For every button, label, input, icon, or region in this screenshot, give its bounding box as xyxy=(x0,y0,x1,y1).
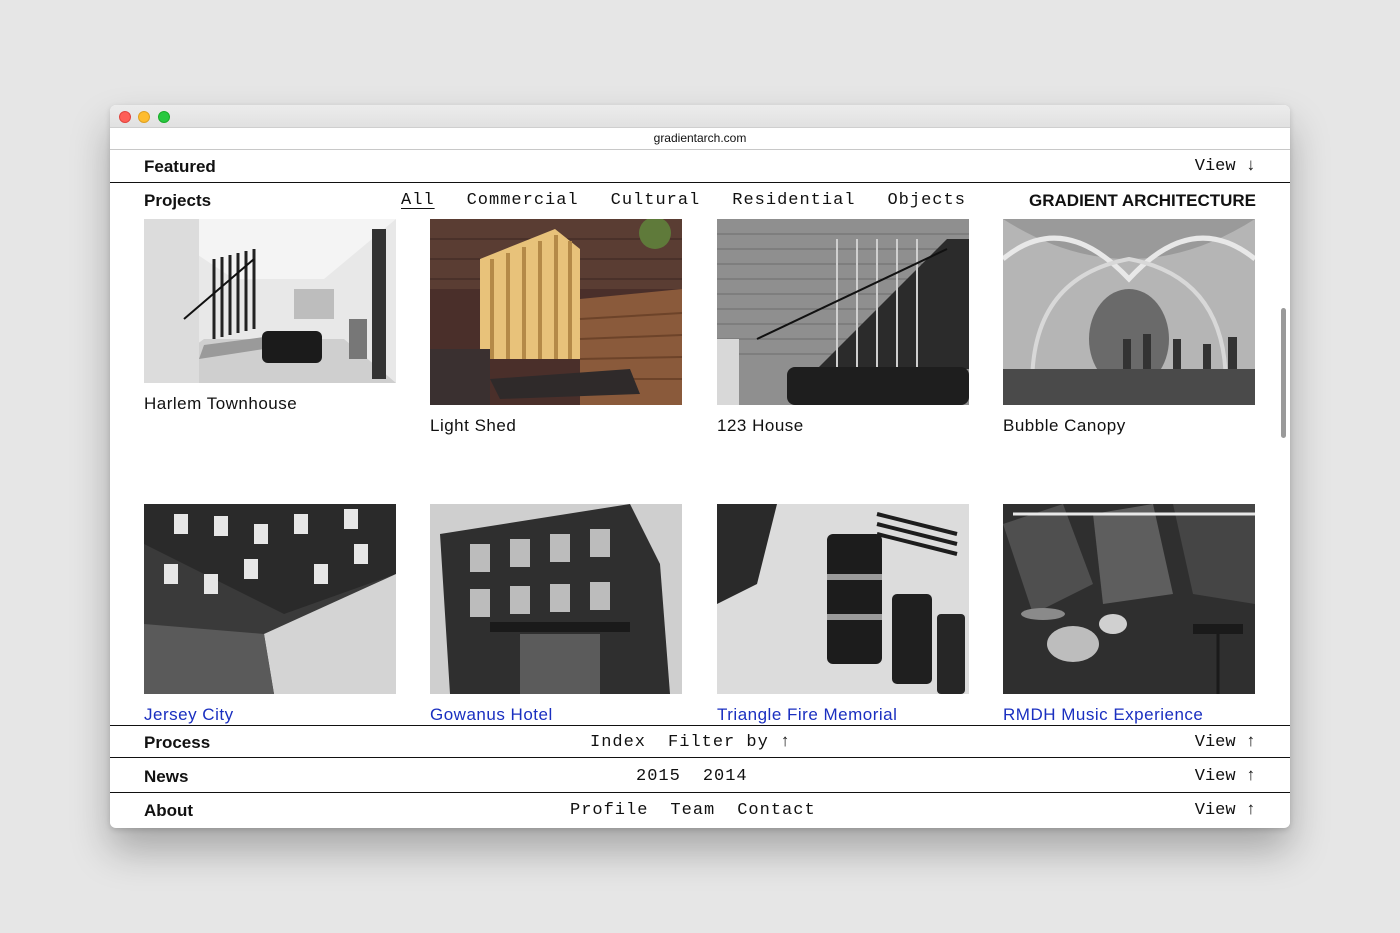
process-title[interactable]: Process xyxy=(144,726,210,759)
news-title[interactable]: News xyxy=(144,760,188,793)
filter-all[interactable]: All xyxy=(401,191,435,210)
process-section-bar: Process Index Filter by ↑ View ↑ xyxy=(110,725,1290,758)
project-card-gowanus-hotel[interactable]: Gowanus Hotel xyxy=(430,504,682,725)
about-section-bar: About Profile Team Contact View ↑ xyxy=(110,794,1290,827)
project-grid: Harlem Townhouse Light Shed 123 House Bu… xyxy=(110,217,1290,725)
project-photo xyxy=(144,504,396,694)
zoom-window-button[interactable] xyxy=(158,111,170,123)
project-card-light-shed[interactable]: Light Shed xyxy=(430,219,682,436)
project-name: Bubble Canopy xyxy=(1003,416,1126,435)
featured-title[interactable]: Featured xyxy=(144,150,216,183)
news-year-2014[interactable]: 2014 xyxy=(703,767,748,786)
filter-residential[interactable]: Residential xyxy=(732,191,855,210)
project-card-123-house[interactable]: 123 House xyxy=(717,219,969,436)
about-links: Profile Team Contact xyxy=(570,794,816,827)
window-titlebar xyxy=(110,105,1290,128)
project-card-rmdh-music-experience[interactable]: RMDH Music Experience xyxy=(1003,504,1255,725)
project-name: Harlem Townhouse xyxy=(144,394,298,413)
project-name: 123 House xyxy=(717,416,804,435)
about-profile-link[interactable]: Profile xyxy=(570,801,648,820)
project-photo xyxy=(1003,219,1255,405)
project-photo xyxy=(717,219,969,405)
featured-section-bar: Featured View ↓ xyxy=(110,150,1290,183)
projects-title[interactable]: Projects xyxy=(144,184,211,217)
about-view-toggle[interactable]: View ↑ xyxy=(1195,794,1256,827)
browser-window: gradientarch.com Featured View ↓ Project… xyxy=(110,105,1290,828)
project-name: Gowanus Hotel xyxy=(430,705,553,724)
brand-logo[interactable]: GRADIENT ARCHITECTURE xyxy=(1029,184,1256,217)
project-filters: All Commercial Cultural Residential Objects xyxy=(401,184,966,217)
filter-objects[interactable]: Objects xyxy=(887,191,965,210)
address-bar[interactable]: gradientarch.com xyxy=(110,128,1290,150)
about-contact-link[interactable]: Contact xyxy=(737,801,815,820)
url-text: gradientarch.com xyxy=(653,131,747,145)
featured-view-toggle[interactable]: View ↓ xyxy=(1195,150,1256,183)
process-links: Index Filter by ↑ xyxy=(590,726,791,759)
project-name: Light Shed xyxy=(430,416,517,435)
filter-cultural[interactable]: Cultural xyxy=(611,191,701,210)
minimize-window-button[interactable] xyxy=(138,111,150,123)
projects-section-bar: Projects All Commercial Cultural Residentia… xyxy=(110,184,1290,217)
news-view-toggle[interactable]: View ↑ xyxy=(1195,760,1256,793)
project-photo xyxy=(430,219,682,405)
process-view-toggle[interactable]: View ↑ xyxy=(1195,726,1256,759)
project-card-triangle-fire-memorial[interactable]: Triangle Fire Memorial xyxy=(717,504,969,725)
project-name: Jersey City xyxy=(144,705,234,724)
project-name: RMDH Music Experience xyxy=(1003,705,1204,724)
filter-commercial[interactable]: Commercial xyxy=(467,191,579,210)
about-team-link[interactable]: Team xyxy=(670,801,715,820)
page-scrollbar[interactable] xyxy=(1281,308,1286,438)
news-year-links: 2015 2014 xyxy=(636,760,748,793)
project-card-jersey-city[interactable]: Jersey City xyxy=(144,504,396,725)
project-photo xyxy=(1003,504,1255,694)
project-card-bubble-canopy[interactable]: Bubble Canopy xyxy=(1003,219,1255,436)
project-photo xyxy=(717,504,969,694)
about-title[interactable]: About xyxy=(144,794,193,827)
news-year-2015[interactable]: 2015 xyxy=(636,767,681,786)
project-photo xyxy=(144,219,396,383)
process-index-link[interactable]: Index xyxy=(590,733,646,752)
project-name: Triangle Fire Memorial xyxy=(717,705,898,724)
news-section-bar: News 2015 2014 View ↑ xyxy=(110,760,1290,793)
project-card-harlem-townhouse[interactable]: Harlem Townhouse xyxy=(144,219,396,414)
close-window-button[interactable] xyxy=(119,111,131,123)
process-filter-link[interactable]: Filter by ↑ xyxy=(668,733,791,752)
project-photo xyxy=(430,504,682,694)
